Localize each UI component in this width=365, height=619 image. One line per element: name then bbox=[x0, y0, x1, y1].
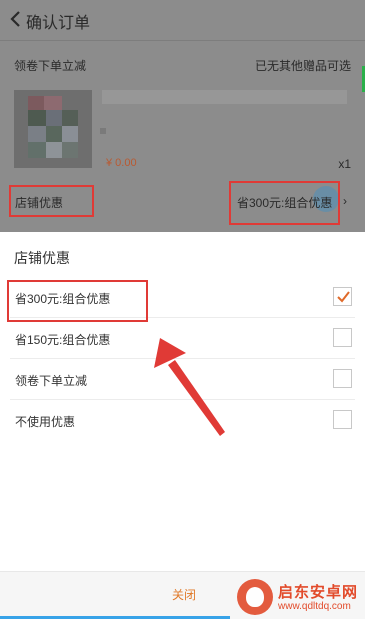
product-price: ¥ 0.00 bbox=[106, 157, 137, 169]
header-bar: 确认订单 bbox=[0, 0, 365, 40]
coupon-row-label: 领卷下单立减 bbox=[14, 59, 87, 73]
option-label: 省150元:组合优惠 bbox=[15, 333, 111, 347]
blur-dot bbox=[100, 128, 106, 134]
option-row-none[interactable]: 不使用优惠 bbox=[0, 400, 365, 441]
gift-status: 已无其他赠品可选 bbox=[254, 59, 351, 73]
option-checkbox[interactable] bbox=[333, 328, 352, 347]
order-page-background: 确认订单 领卷下单立减 已无其他赠品可选 ¥ 0.00 x1 店铺优惠 省300… bbox=[0, 0, 365, 232]
sheet-title: 店铺优惠 bbox=[14, 250, 70, 266]
annotation-box-option bbox=[7, 280, 148, 322]
option-checkbox[interactable] bbox=[333, 410, 352, 429]
watermark: 启东安卓网 www.qdltdq.com bbox=[235, 577, 365, 619]
product-thumbnail[interactable] bbox=[14, 90, 92, 168]
option-checkbox[interactable] bbox=[333, 287, 352, 306]
option-label: 不使用优惠 bbox=[15, 415, 76, 429]
option-row-150[interactable]: 省150元:组合优惠 bbox=[0, 318, 365, 359]
header-divider bbox=[0, 40, 365, 41]
annotation-box-shop-label bbox=[9, 185, 94, 217]
watermark-title: 启东安卓网 bbox=[278, 584, 359, 601]
option-label: 领卷下单立减 bbox=[15, 374, 88, 388]
product-name-blurred bbox=[102, 90, 347, 104]
option-checkbox[interactable] bbox=[333, 369, 352, 388]
product-quantity: x1 bbox=[338, 157, 351, 171]
close-button-label: 关闭 bbox=[172, 588, 197, 602]
watermark-url: www.qdltdq.com bbox=[278, 601, 351, 612]
discount-sheet: 店铺优惠 省300元:组合优惠 省150元:组合优惠 领卷下单立减 不使用优惠 … bbox=[0, 232, 365, 619]
page-title: 确认订单 bbox=[26, 15, 91, 32]
option-row-coupon[interactable]: 领卷下单立减 bbox=[0, 359, 365, 400]
back-arrow-icon[interactable] bbox=[8, 10, 22, 28]
annotation-box-shop-value bbox=[229, 181, 340, 225]
chevron-right-icon[interactable]: › bbox=[343, 194, 347, 208]
checkmark-icon bbox=[337, 291, 350, 303]
watermark-logo-icon bbox=[237, 579, 273, 615]
